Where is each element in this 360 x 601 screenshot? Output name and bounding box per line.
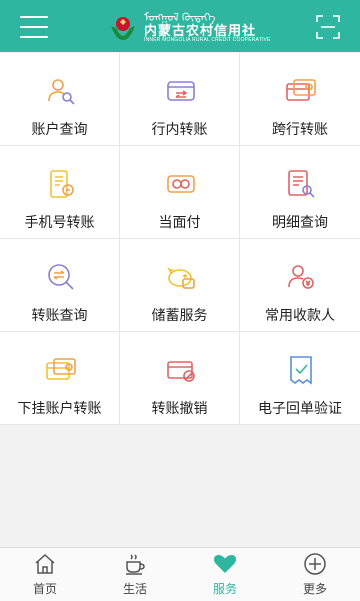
tab-life[interactable]: 生活 xyxy=(90,548,180,601)
bank-logo-mark-icon xyxy=(111,17,135,40)
service-receipt-verify[interactable]: 电子回单验证 xyxy=(240,332,360,425)
service-label: 电子回单验证 xyxy=(258,400,342,416)
tab-home[interactable]: 首页 xyxy=(0,548,90,601)
service-intrabank-transfer[interactable]: 行内转账 xyxy=(120,53,240,146)
phone-transfer-icon xyxy=(50,170,74,198)
tab-service[interactable]: 服务 xyxy=(180,548,270,601)
logo-english-text: INNER MONGOLIA RURAL CREDIT COOPERATIVE xyxy=(144,37,271,43)
service-phone-transfer[interactable]: 手机号转账 xyxy=(0,146,120,239)
bottom-tab-bar: 首页 生活 服务 更多 xyxy=(0,547,360,601)
tab-label: 首页 xyxy=(32,582,57,596)
transfer-cancel-icon xyxy=(167,361,195,382)
menu-icon[interactable] xyxy=(20,16,48,38)
service-label: 明细查询 xyxy=(272,214,328,230)
scan-icon[interactable] xyxy=(315,14,341,40)
home-icon xyxy=(35,553,55,574)
service-transfer-query[interactable]: 转账查询 xyxy=(0,239,120,332)
tab-more[interactable]: 更多 xyxy=(270,548,360,601)
linked-account-transfer-icon xyxy=(46,358,76,380)
intrabank-transfer-icon xyxy=(167,81,195,101)
service-label: 转账撤销 xyxy=(151,400,208,416)
detail-query-icon xyxy=(288,170,315,198)
interbank-transfer-icon xyxy=(286,79,316,101)
service-linked-account-transfer[interactable]: 下挂账户转账 xyxy=(0,332,120,425)
service-label: 下挂账户转账 xyxy=(17,400,102,416)
plus-circle-icon xyxy=(304,553,326,575)
content-blank-area xyxy=(0,425,360,547)
tab-label: 更多 xyxy=(302,582,327,596)
tab-label: 服务 xyxy=(212,582,237,596)
service-grid: 账户查询 行内转账 跨行转账 手机号转账 当面付 明细查询 转账查询 储蓄服务 … xyxy=(0,53,360,425)
savings-icon xyxy=(167,267,195,289)
service-frequent-payee[interactable]: 常用收款人 xyxy=(240,239,360,332)
cup-icon xyxy=(126,554,145,575)
service-label: 手机号转账 xyxy=(24,214,95,230)
service-account-query[interactable]: 账户查询 xyxy=(0,53,120,146)
service-label: 行内转账 xyxy=(151,121,208,137)
transfer-query-icon xyxy=(48,264,74,290)
service-label: 账户查询 xyxy=(31,121,88,137)
account-query-icon xyxy=(48,79,75,105)
bank-logo: ᠮᠣᠩᠭᠣᠯ ᠬᠥᠳᠡᠭᠡ 内蒙古农村信用社 INNER MONGOLIA RU… xyxy=(102,4,270,48)
service-face-pay[interactable]: 当面付 xyxy=(120,146,240,239)
service-detail-query[interactable]: 明细查询 xyxy=(240,146,360,239)
face-pay-icon xyxy=(167,175,195,193)
service-interbank-transfer[interactable]: 跨行转账 xyxy=(240,53,360,146)
payee-icon xyxy=(288,265,314,289)
service-transfer-cancel[interactable]: 转账撤销 xyxy=(120,332,240,425)
service-label: 储蓄服务 xyxy=(151,307,208,323)
heart-icon xyxy=(214,555,236,573)
tab-label: 生活 xyxy=(122,582,147,596)
receipt-verify-icon xyxy=(290,356,312,385)
service-label: 当面付 xyxy=(158,214,201,230)
top-bar: ᠮᠣᠩᠭᠣᠯ ᠬᠥᠳᠡᠭᠡ 内蒙古农村信用社 INNER MONGOLIA RU… xyxy=(0,0,360,52)
service-label: 转账查询 xyxy=(31,307,88,323)
service-label: 常用收款人 xyxy=(265,307,335,323)
service-savings[interactable]: 储蓄服务 xyxy=(120,239,240,332)
service-label: 跨行转账 xyxy=(272,121,328,137)
